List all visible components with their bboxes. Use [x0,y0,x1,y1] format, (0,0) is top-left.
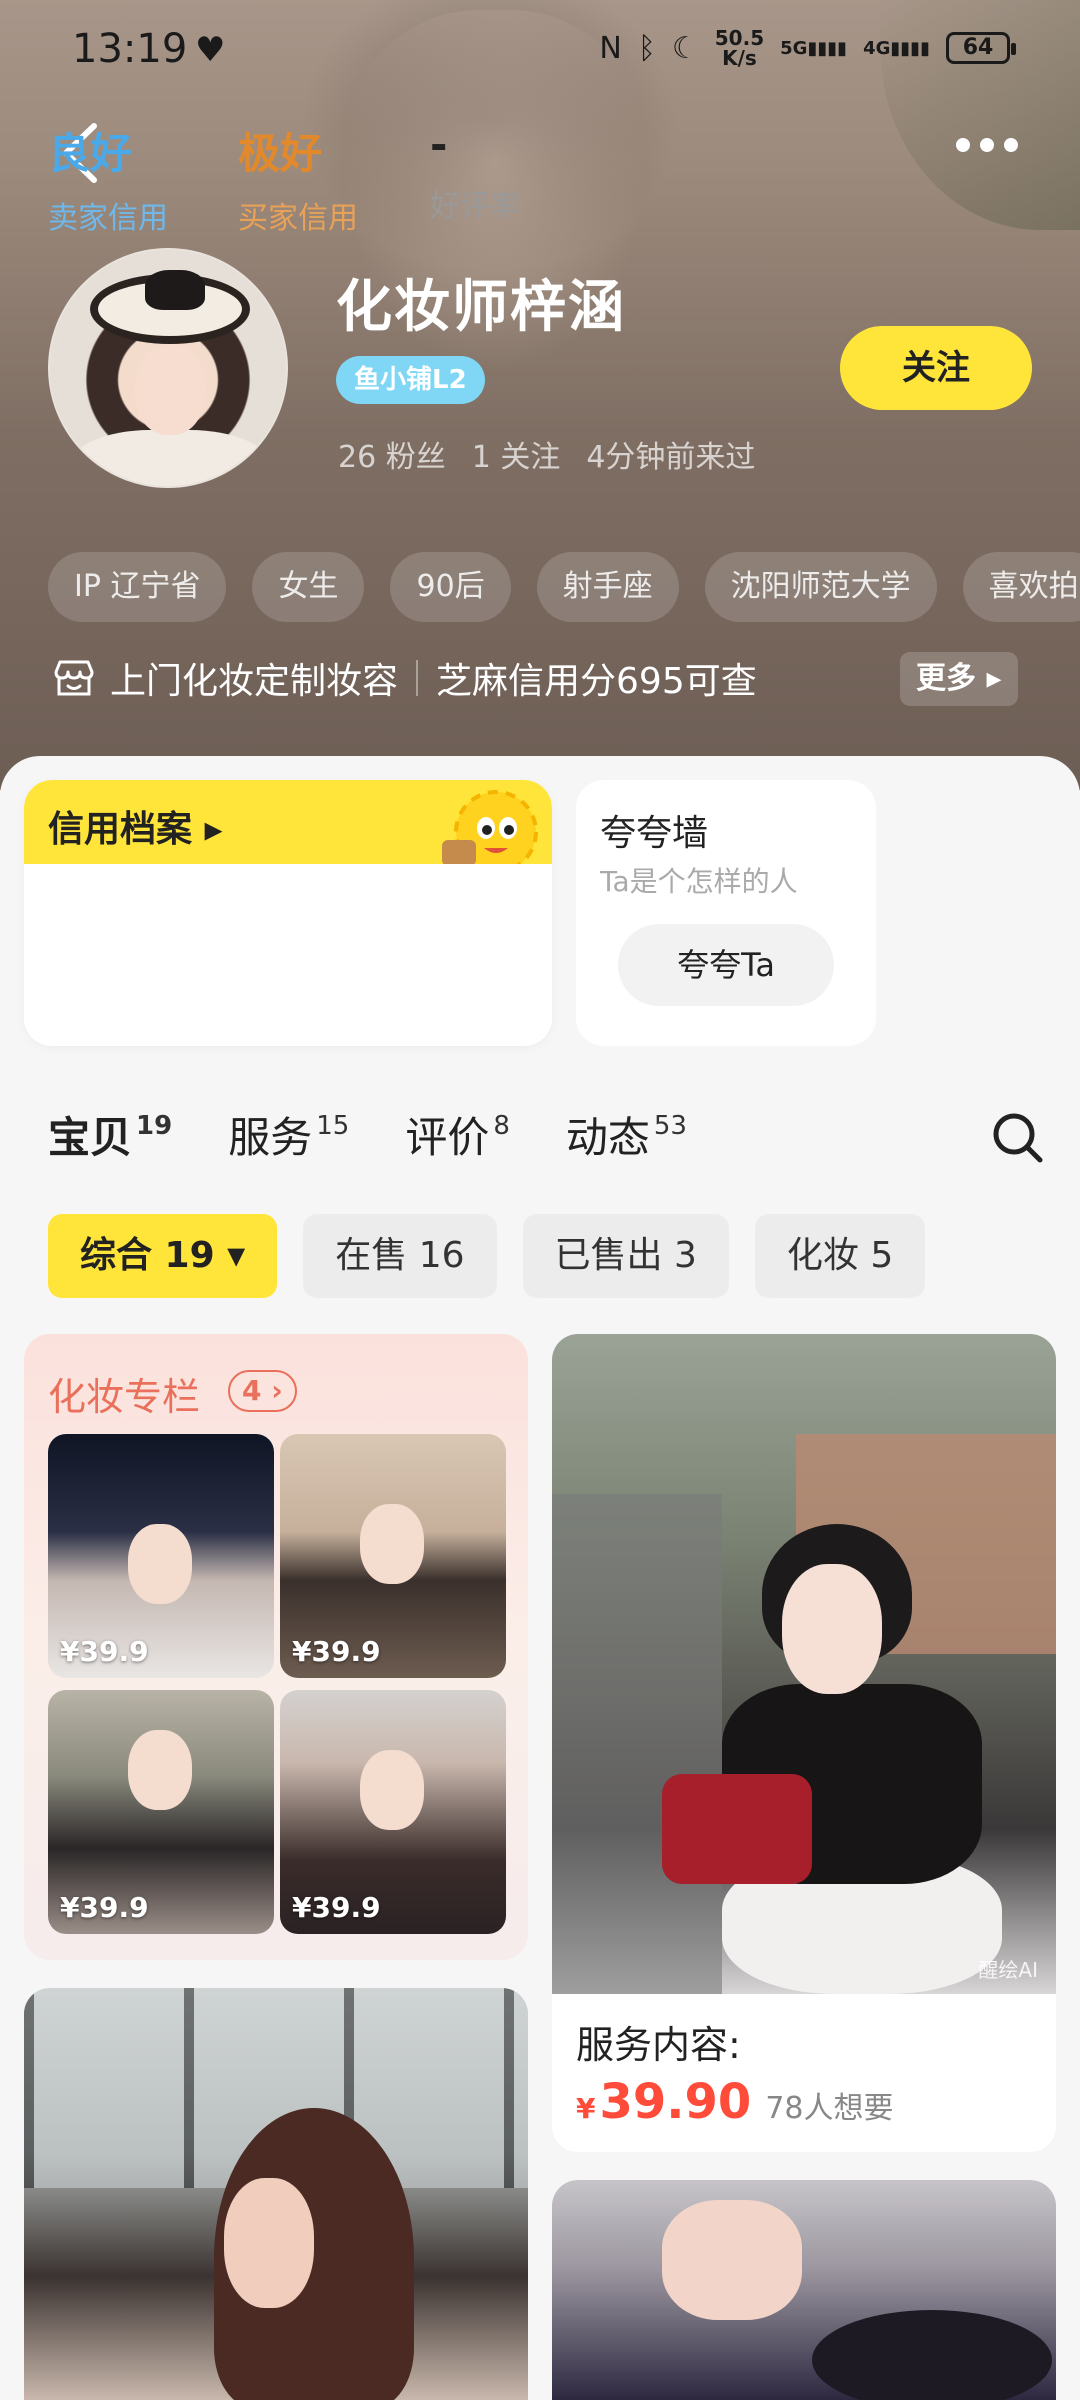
credit-file-title: 信用档案 ▸ [48,809,223,850]
thumbnail-price: ¥39.9 [60,1635,149,1668]
tab-services-label: 服务 [228,1113,313,1162]
bluetooth-icon: ᛒ [637,30,656,66]
bio-text: 上门化妆定制妆容 [110,661,399,702]
tab-reviews-label: 评价 [405,1113,490,1162]
makeup-column-count[interactable]: 4 › [228,1370,297,1412]
follow-button[interactable]: 关注 [840,326,1032,410]
thumbnail-price: ¥39.9 [292,1635,381,1668]
praise-wall-subtitle: Ta是个怎样的人 [600,865,798,898]
tab-items[interactable]: 宝贝 19 [48,1104,173,1167]
positive-rate-label: 好评率 [430,189,520,224]
heart-check-icon: ♥ [195,30,226,70]
more-options-button[interactable] [956,138,1018,152]
tab-updates[interactable]: 动态 53 [566,1104,687,1165]
praise-wall-card[interactable]: 夸夸墙 Ta是个怎样的人 夸夸Ta [576,780,876,1046]
column-thumbnail[interactable]: ¥39.9 [48,1434,274,1678]
tab-items-count: 19 [136,1111,173,1141]
shop-icon [54,660,94,696]
profile-name: 化妆师梓涵 [336,275,626,340]
column-thumbnail[interactable]: ¥39.9 [280,1690,506,1934]
praise-wall-title: 夸夸墙 [600,813,709,854]
product-title: 服务内容: [576,2023,741,2067]
price-currency: ¥ [576,2092,596,2125]
tab-services-count: 15 [316,1111,350,1141]
profile-tags: IP 辽宁省 女生 90后 射手座 沈阳师范大学 喜欢拍 [48,552,1080,622]
signal-5g-icon: 5G▮▮▮▮ [780,37,848,59]
product-card[interactable] [552,2180,1056,2400]
ai-watermark: 醒绘AI [978,1958,1038,1982]
tab-items-label: 宝贝 [48,1113,133,1162]
content-tabs: 宝贝 19 服务 15 评价 8 动态 53 [48,1104,687,1167]
battery-icon: 64 [946,32,1016,64]
last-seen: 4分钟前来过 [586,440,756,475]
filter-on-sale[interactable]: 在售 16 [303,1214,497,1298]
dot-icon [956,138,970,152]
filter-makeup[interactable]: 化妆 5 [754,1214,926,1298]
tab-updates-label: 动态 [565,1113,650,1162]
seller-credit: 良好 卖家信用 [48,120,168,237]
praise-button[interactable]: 夸夸Ta [618,924,834,1006]
tag-hobby[interactable]: 喜欢拍 [962,552,1080,622]
net-speed-unit: K/s [722,46,757,70]
tab-updates-count: 53 [653,1111,687,1141]
bio-divider [416,660,419,696]
product-price: 39.90 [599,2074,752,2130]
filter-chips: 综合 19 ▾ 在售 16 已售出 3 化妆 5 [48,1214,926,1298]
signal-5g-label: 5G [780,37,808,59]
seller-credit-value: 良好 [48,129,133,178]
tag-zodiac[interactable]: 射手座 [536,552,679,622]
tag-age[interactable]: 90后 [390,552,511,622]
shop-level-badge[interactable]: 鱼小铺L2 [336,356,485,404]
positive-rate: - 好评率 [430,120,520,225]
credit-file-card[interactable]: 信用档案 ▸ [24,780,552,1046]
product-card[interactable]: 醒绘AI 服务内容: ¥ 39.90 78人想要 [552,1334,1056,2152]
dot-icon [980,138,994,152]
status-icons: N ᛒ ☾ 50.5 K/s 5G▮▮▮▮ 4G▮▮▮▮ 64 [599,28,1016,68]
tab-reviews[interactable]: 评价 8 [405,1104,510,1165]
signal-4g-icon: 4G▮▮▮▮ [863,37,930,59]
column-thumbnail[interactable]: ¥39.9 [48,1690,274,1934]
buyer-credit-label: 买家信用 [238,201,358,236]
status-time: 13:19 [72,26,188,72]
seller-credit-label: 卖家信用 [48,201,168,236]
fans-count[interactable]: 26 粉丝 [338,432,446,476]
tag-ip[interactable]: IP 辽宁省 [48,552,227,622]
search-icon [993,1113,1043,1163]
status-bar: 13:19 ♥ N ᛒ ☾ 50.5 K/s 5G▮▮▮▮ 4G▮▮▮▮ 64 [0,0,1080,100]
following-count[interactable]: 1 关注 [472,432,561,476]
wants-count: 78人想要 [765,2091,894,2126]
buyer-credit: 极好 买家信用 [238,120,358,237]
tag-school[interactable]: 沈阳师范大学 [704,552,937,622]
net-speed: 50.5 K/s [715,28,764,68]
buyer-credit-value: 极好 [238,129,323,178]
bio-more-button[interactable]: 更多 ▸ [900,652,1018,706]
shop-badge-label: 鱼小铺L2 [354,365,467,395]
filter-sold[interactable]: 已售出 3 [522,1214,729,1298]
tab-services[interactable]: 服务 15 [228,1104,349,1165]
product-photo [552,1334,1056,1994]
column-thumbnail[interactable]: ¥39.9 [280,1434,506,1678]
search-button[interactable] [990,1110,1046,1166]
thumbnail-price: ¥39.9 [292,1891,381,1924]
tab-reviews-count: 8 [493,1111,510,1141]
positive-rate-value: - [430,120,448,169]
moon-icon: ☾ [671,30,699,66]
bio-line: 上门化妆定制妆容 芝麻信用分695可查 [52,652,757,704]
makeup-column-title: 化妆专栏 [48,1375,201,1419]
nfc-icon: N [599,30,622,66]
signal-4g-label: 4G [863,37,891,59]
tag-gender[interactable]: 女生 [252,552,365,622]
thumbnail-price: ¥39.9 [60,1891,149,1924]
avatar[interactable] [48,248,288,488]
profile-stats: 26 粉丝 1 关注 4分钟前来过 [338,432,755,476]
product-price-row: ¥ 39.90 78人想要 [576,2074,894,2130]
product-card[interactable] [24,1988,528,2400]
filter-all[interactable]: 综合 19 ▾ [48,1214,278,1298]
credit-score-text: 芝麻信用分695可查 [436,661,757,702]
dot-icon [1004,138,1018,152]
